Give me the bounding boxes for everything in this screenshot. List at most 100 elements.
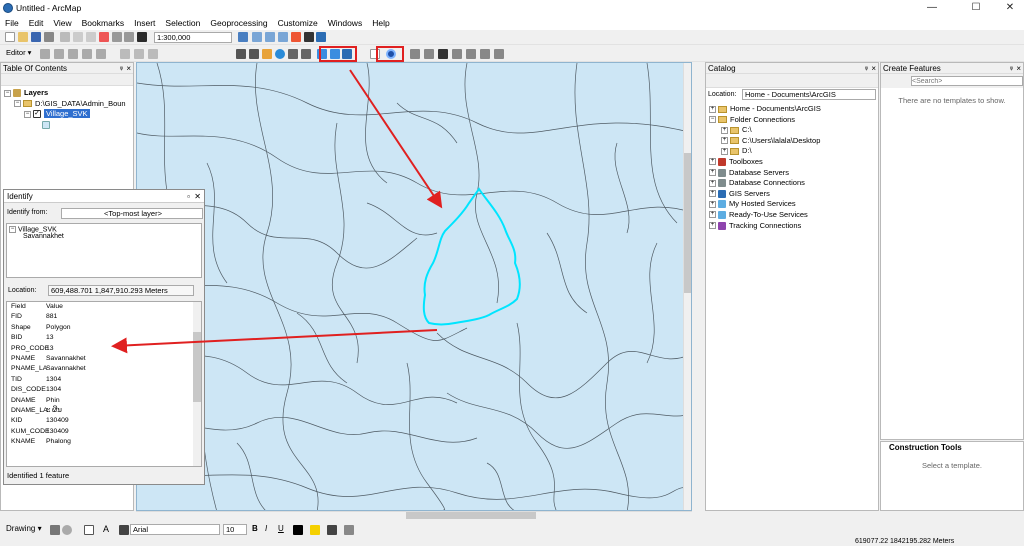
scrollbar-thumb[interactable]	[406, 512, 536, 519]
marker-color-icon[interactable]	[344, 525, 354, 535]
catalog-item[interactable]: + Ready-To-Use Services	[709, 210, 878, 221]
catalog-location-select[interactable]: Home - Documents\ArcGIS	[742, 89, 876, 100]
table-of-contents-icon[interactable]	[252, 32, 262, 42]
close-icon[interactable]: ✕	[996, 0, 1024, 16]
split-tool-icon[interactable]	[96, 49, 106, 59]
expand-icon[interactable]: +	[721, 137, 728, 145]
close-icon[interactable]: ×	[871, 63, 876, 74]
catalog-item[interactable]: − Folder Connections	[709, 115, 878, 126]
italic-button[interactable]: I	[265, 524, 267, 533]
rectangle-icon[interactable]	[84, 525, 94, 535]
attribute-row[interactable]: DIS_CODE 1304	[7, 385, 201, 395]
search-window-icon[interactable]	[278, 32, 288, 42]
attribute-row[interactable]: TID 1304	[7, 375, 201, 385]
expand-icon[interactable]: +	[709, 211, 716, 219]
menu-customize[interactable]: Customize	[273, 16, 323, 28]
bold-button[interactable]: B	[252, 524, 258, 533]
menu-view[interactable]: View	[48, 16, 76, 28]
map-horizontal-scrollbar[interactable]	[136, 511, 692, 519]
expand-icon[interactable]: +	[709, 190, 716, 198]
toc-layers-root[interactable]: − Layers	[4, 88, 133, 99]
font-color-icon[interactable]	[293, 525, 303, 535]
minimize-icon[interactable]: —	[918, 0, 946, 16]
attribute-row[interactable]: DNAME Phin	[7, 396, 201, 406]
font-select[interactable]: Arial	[130, 524, 220, 535]
attribute-row[interactable]: KUM_CODE 130409	[7, 427, 201, 437]
font-size-select[interactable]: 10	[223, 524, 247, 535]
fixed-zoom-out-icon[interactable]	[301, 49, 311, 59]
expand-icon[interactable]: +	[709, 179, 716, 187]
attributes-scrollbar[interactable]	[193, 302, 201, 466]
menu-file[interactable]: File	[0, 16, 24, 28]
editor-toolbar-icon[interactable]	[238, 32, 248, 42]
sketch-tool-icon[interactable]	[54, 49, 64, 59]
expand-icon[interactable]: +	[721, 126, 728, 134]
copy-icon[interactable]	[73, 32, 83, 42]
create-features-icon[interactable]	[148, 49, 158, 59]
expand-icon[interactable]: +	[721, 147, 728, 155]
open-icon[interactable]	[18, 32, 28, 42]
catalog-item[interactable]: + D:\	[709, 146, 878, 157]
catalog-item[interactable]: + Home - Documents\ArcGIS	[709, 104, 878, 115]
expand-icon[interactable]: +	[709, 169, 716, 177]
catalog-item[interactable]: + Tracking Connections	[709, 221, 878, 232]
collapse-icon[interactable]: −	[9, 226, 16, 233]
save-icon[interactable]	[31, 32, 41, 42]
expand-icon[interactable]: +	[709, 105, 716, 113]
text-tool-icon[interactable]: A	[103, 524, 109, 534]
reshape-icon[interactable]	[82, 49, 92, 59]
checkbox-icon[interactable]: ✓	[33, 110, 41, 119]
catalog-window-icon[interactable]	[265, 32, 275, 42]
attribute-row[interactable]: PRO_CODE 13	[7, 344, 201, 354]
collapse-icon[interactable]: −	[4, 89, 11, 97]
map-scale-select[interactable]: 1:300,000	[154, 32, 232, 43]
drawing-menu[interactable]: Drawing ▾	[6, 524, 42, 533]
straight-segment-icon[interactable]	[68, 49, 78, 59]
template-search-input[interactable]	[911, 76, 1023, 86]
attribute-row[interactable]: PNAME Savannakhet	[7, 354, 201, 364]
maximize-icon[interactable]: ▫	[187, 190, 190, 203]
catalog-item[interactable]: + My Hosted Services	[709, 199, 878, 210]
viewer-window-icon[interactable]	[494, 49, 504, 59]
time-slider-icon[interactable]	[480, 49, 490, 59]
scrollbar-thumb[interactable]	[684, 153, 691, 293]
map-view[interactable]	[136, 62, 692, 511]
measure-icon[interactable]	[466, 49, 476, 59]
collapse-icon[interactable]: −	[14, 100, 21, 108]
selected-village-polygon[interactable]	[422, 187, 521, 326]
attribute-row[interactable]: KNAME Phalong	[7, 437, 201, 447]
catalog-item[interactable]: + GIS Servers	[709, 189, 878, 200]
edit-tool-icon[interactable]	[40, 49, 50, 59]
menu-selection[interactable]: Selection	[160, 16, 205, 28]
catalog-item[interactable]: + C:\Users\lalala\Desktop	[709, 136, 878, 147]
redo-icon[interactable]	[124, 32, 134, 42]
arctoolbox-icon[interactable]	[291, 32, 301, 42]
expand-icon[interactable]: −	[709, 116, 716, 124]
attributes-icon[interactable]	[120, 49, 130, 59]
line-color-icon[interactable]	[327, 525, 337, 535]
add-data-icon[interactable]	[137, 32, 147, 42]
expand-icon[interactable]: +	[709, 200, 716, 208]
editor-menu[interactable]: Editor ▾	[4, 48, 36, 58]
model-builder-icon[interactable]	[316, 32, 326, 42]
catalog-item[interactable]: + C:\	[709, 125, 878, 136]
zoom-in-icon[interactable]	[236, 49, 246, 59]
delete-icon[interactable]	[99, 32, 109, 42]
zoom-out-icon[interactable]	[249, 49, 259, 59]
maximize-icon[interactable]: ☐	[962, 0, 990, 16]
cut-icon[interactable]	[60, 32, 70, 42]
print-icon[interactable]	[44, 32, 54, 42]
expand-icon[interactable]: +	[709, 222, 716, 230]
attribute-row[interactable]: Shape Polygon	[7, 323, 201, 333]
full-extent-icon[interactable]	[275, 49, 285, 59]
menu-windows[interactable]: Windows	[323, 16, 367, 28]
close-icon[interactable]: ×	[126, 63, 131, 74]
menu-edit[interactable]: Edit	[24, 16, 49, 28]
attribute-row[interactable]: PNAME_LA Savannakhet	[7, 364, 201, 374]
new-document-icon[interactable]	[5, 32, 15, 42]
attribute-row[interactable]: KID 130409	[7, 416, 201, 426]
expand-icon[interactable]: +	[709, 158, 716, 166]
toc-group[interactable]: − D:\GIS_DATA\Admin_Boun	[4, 99, 133, 110]
collapse-icon[interactable]: −	[24, 110, 31, 118]
paste-icon[interactable]	[86, 32, 96, 42]
